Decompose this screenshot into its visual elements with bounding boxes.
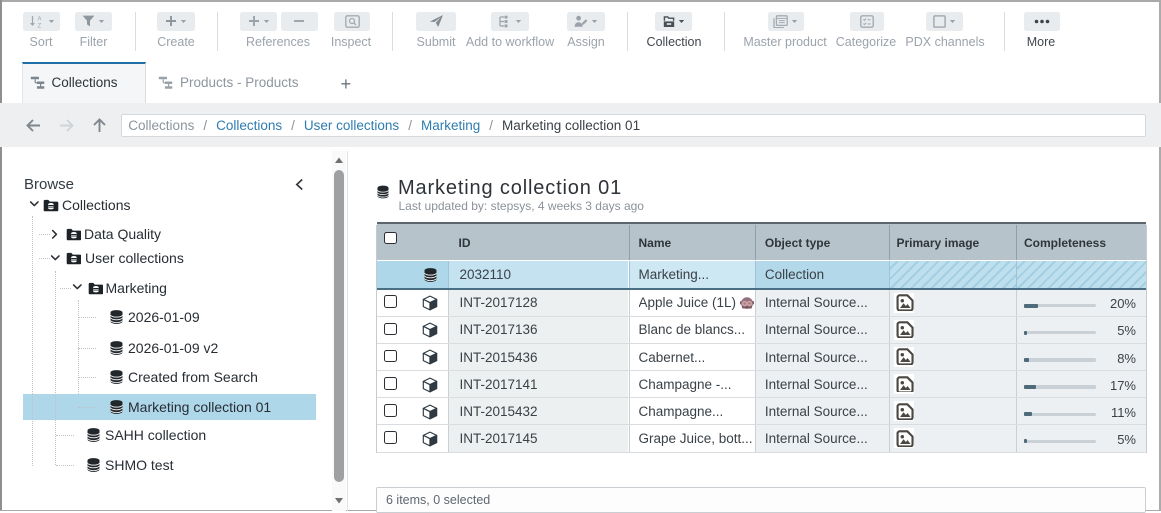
svg-text:Z: Z bbox=[37, 23, 41, 28]
svg-text:A: A bbox=[37, 16, 41, 22]
